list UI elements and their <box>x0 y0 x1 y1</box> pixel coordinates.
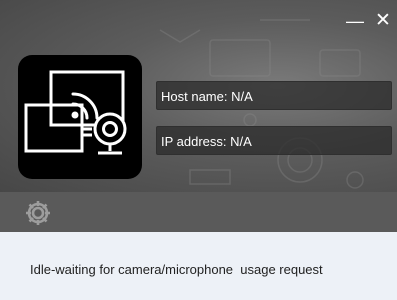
bottom-toolbar <box>0 192 397 232</box>
ip-address-field: IP address: N/A <box>156 126 392 155</box>
minimize-icon: — <box>346 11 364 31</box>
screen-cast-camera-icon <box>18 55 142 179</box>
header-panel: — ✕ Host name: N/A IP address: N/A <box>0 0 397 192</box>
gear-icon[interactable] <box>24 199 52 227</box>
host-name-field: Host name: N/A <box>156 81 392 110</box>
close-button[interactable]: ✕ <box>372 10 394 32</box>
app-window: — ✕ Host name: N/A IP address: N/A Idle-… <box>0 0 397 300</box>
minimize-button[interactable]: — <box>344 10 366 32</box>
status-text: Idle-waiting for camera/microphone usage… <box>30 262 323 277</box>
close-icon: ✕ <box>375 10 391 31</box>
